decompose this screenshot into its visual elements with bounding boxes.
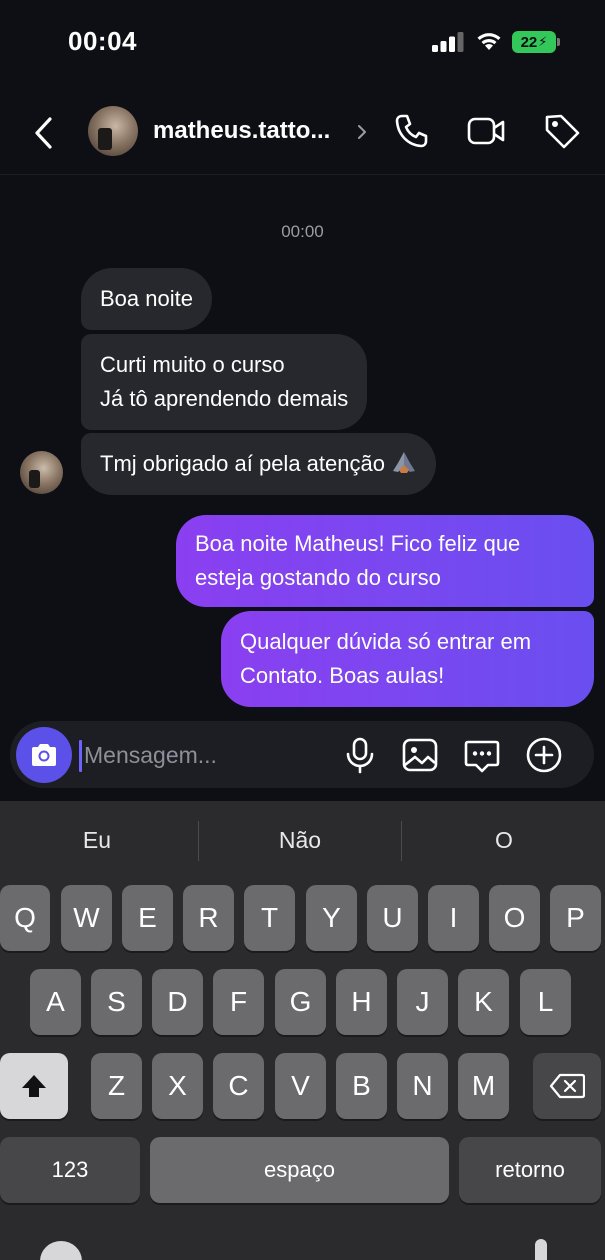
key-n[interactable]: N bbox=[397, 1053, 448, 1119]
key-u[interactable]: U bbox=[367, 885, 418, 951]
key-i[interactable]: I bbox=[428, 885, 479, 951]
dictation-icon[interactable] bbox=[535, 1239, 547, 1260]
plus-circle-icon[interactable] bbox=[524, 735, 564, 775]
suggestion-divider bbox=[401, 821, 402, 861]
incoming-message[interactable]: Curti muito o curso Já tô aprendendo dem… bbox=[81, 334, 368, 430]
video-camera-icon[interactable] bbox=[466, 111, 506, 151]
message-input[interactable] bbox=[84, 731, 324, 779]
outgoing-message[interactable]: Qualquer dúvida só entrar em Contato. Bo… bbox=[221, 611, 594, 707]
key-o[interactable]: O bbox=[489, 885, 540, 951]
battery-level: 22 bbox=[520, 33, 538, 51]
key-k[interactable]: K bbox=[458, 969, 509, 1035]
key-c[interactable]: C bbox=[213, 1053, 264, 1119]
tag-icon[interactable] bbox=[542, 111, 582, 151]
key-r[interactable]: R bbox=[183, 885, 234, 951]
key-l[interactable]: L bbox=[520, 969, 571, 1035]
status-time: 00:04 bbox=[68, 26, 137, 56]
key-y[interactable]: Y bbox=[306, 885, 357, 951]
key-f[interactable]: F bbox=[213, 969, 264, 1035]
charging-bolt-icon: ⚡ bbox=[538, 34, 548, 49]
backspace-icon bbox=[549, 1073, 585, 1099]
folded-hands-emoji bbox=[393, 452, 416, 473]
key-b[interactable]: B bbox=[336, 1053, 387, 1119]
message-text: Boa noite Matheus! Fico feliz que bbox=[195, 531, 521, 556]
key-s[interactable]: S bbox=[91, 969, 142, 1035]
key-t[interactable]: T bbox=[244, 885, 295, 951]
key-x[interactable]: X bbox=[152, 1053, 203, 1119]
camera-button[interactable] bbox=[16, 727, 72, 783]
shift-key[interactable] bbox=[0, 1053, 68, 1119]
text-cursor bbox=[79, 740, 82, 772]
numbers-key[interactable]: 123 bbox=[0, 1137, 140, 1203]
message-text: Já tô aprendendo demais bbox=[100, 386, 349, 411]
key-q[interactable]: Q bbox=[0, 885, 50, 951]
message-text: Boa noite bbox=[100, 286, 193, 311]
battery-cap bbox=[557, 38, 560, 46]
suggestion-divider bbox=[198, 821, 199, 861]
return-key[interactable]: retorno bbox=[459, 1137, 601, 1203]
wifi-icon bbox=[477, 33, 501, 50]
chevron-left-icon[interactable] bbox=[30, 115, 58, 151]
message-text: Qualquer dúvida só entrar em bbox=[240, 629, 532, 654]
incoming-message[interactable]: Tmj obrigado aí pela atenção bbox=[81, 433, 437, 495]
emoji-keyboard-icon[interactable] bbox=[40, 1241, 82, 1260]
key-p[interactable]: P bbox=[550, 885, 601, 951]
shift-icon bbox=[22, 1075, 46, 1097]
chat-header: matheus.tatto... bbox=[0, 95, 605, 175]
contact-avatar-small[interactable] bbox=[20, 451, 63, 494]
space-key[interactable]: espaço bbox=[150, 1137, 449, 1203]
key-d[interactable]: D bbox=[152, 969, 203, 1035]
key-m[interactable]: M bbox=[458, 1053, 509, 1119]
message-timestamp: 00:00 bbox=[281, 222, 324, 241]
outgoing-message[interactable]: Boa noite Matheus! Fico feliz que esteja… bbox=[176, 515, 594, 607]
message-dots-icon[interactable] bbox=[462, 735, 502, 775]
key-w[interactable]: W bbox=[61, 885, 112, 951]
contact-username[interactable]: matheus.tatto... bbox=[153, 117, 330, 145]
message-text: Tmj obrigado aí pela atenção bbox=[100, 451, 385, 476]
cellular-signal-icon bbox=[432, 32, 464, 52]
phone-icon[interactable] bbox=[391, 111, 431, 151]
keyboard: Eu Não O Q W E R T Y U I O P A S D F G H… bbox=[0, 801, 605, 1260]
key-e[interactable]: E bbox=[122, 885, 173, 951]
key-j[interactable]: J bbox=[397, 969, 448, 1035]
message-text: Curti muito o curso bbox=[100, 352, 285, 377]
key-v[interactable]: V bbox=[275, 1053, 326, 1119]
camera-icon bbox=[32, 744, 56, 766]
chevron-right-icon[interactable] bbox=[356, 123, 368, 141]
suggestion-1[interactable]: Eu bbox=[2, 827, 192, 854]
contact-avatar[interactable] bbox=[88, 106, 138, 156]
suggestion-2[interactable]: Não bbox=[205, 827, 395, 854]
key-z[interactable]: Z bbox=[91, 1053, 142, 1119]
key-h[interactable]: H bbox=[336, 969, 387, 1035]
image-icon[interactable] bbox=[400, 735, 440, 775]
microphone-icon[interactable] bbox=[340, 735, 380, 775]
message-text: esteja gostando do curso bbox=[195, 565, 441, 590]
backspace-key[interactable] bbox=[533, 1053, 601, 1119]
status-bar: 00:04 22 ⚡ bbox=[0, 0, 605, 80]
key-g[interactable]: G bbox=[275, 969, 326, 1035]
key-a[interactable]: A bbox=[30, 969, 81, 1035]
battery-indicator: 22 ⚡ bbox=[512, 31, 556, 53]
incoming-message[interactable]: Boa noite bbox=[81, 268, 212, 330]
message-composer bbox=[10, 721, 594, 788]
message-text: Contato. Boas aulas! bbox=[240, 663, 445, 688]
suggestion-3[interactable]: O bbox=[409, 827, 599, 854]
